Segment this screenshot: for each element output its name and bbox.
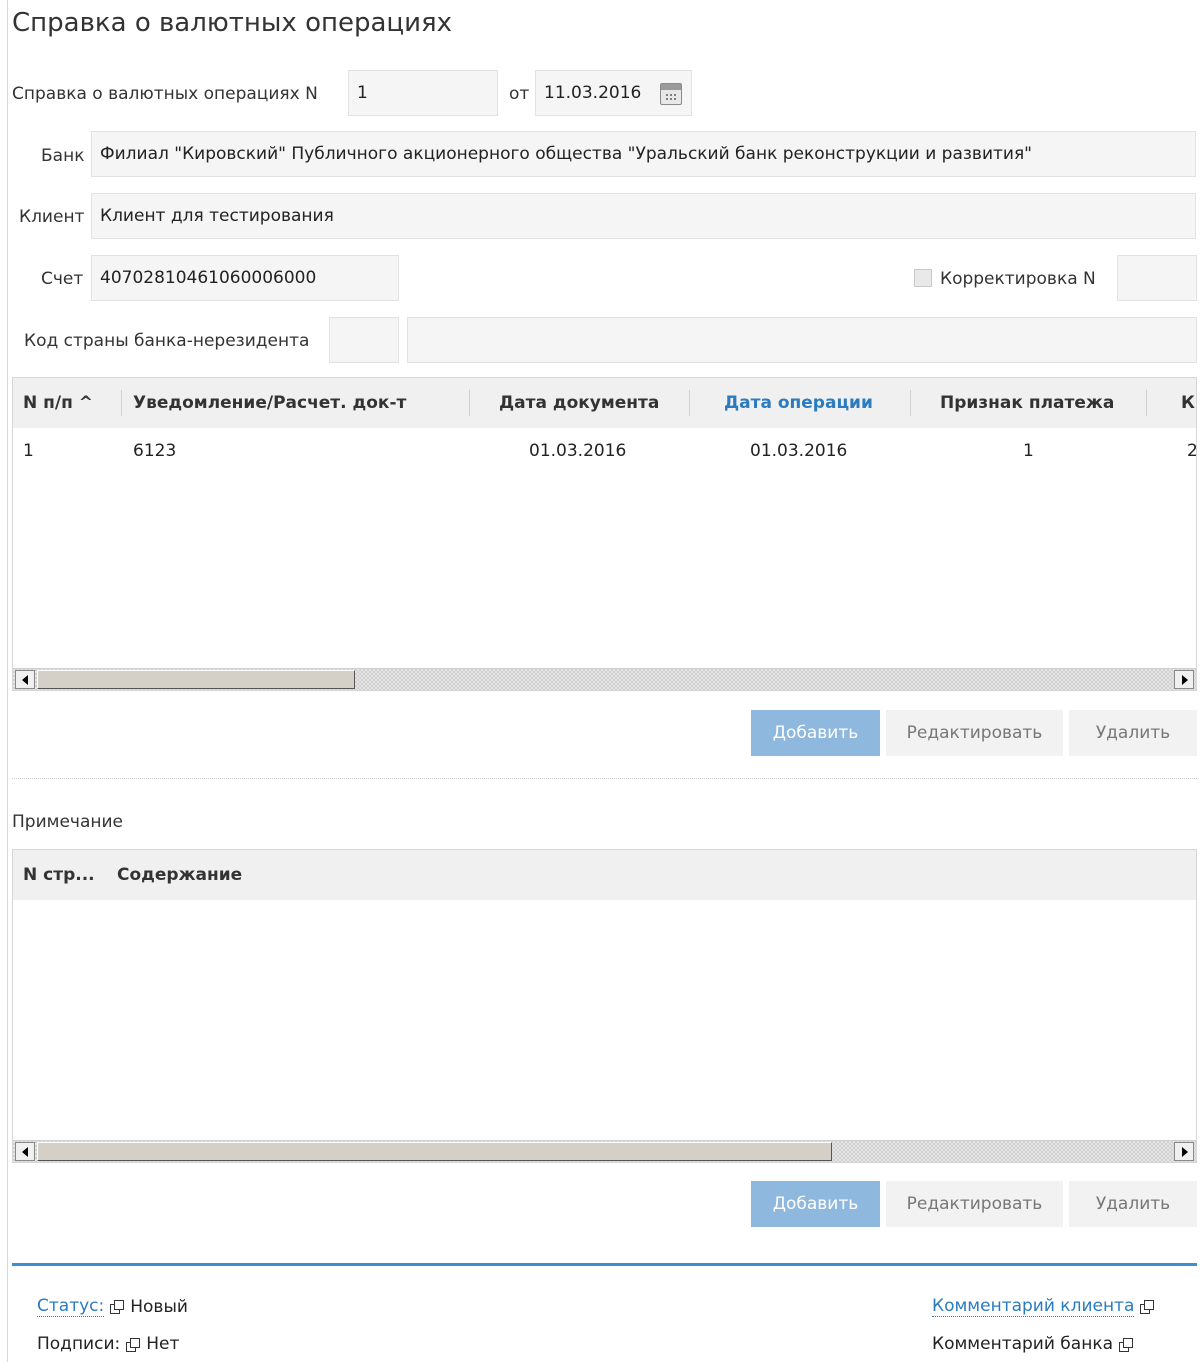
notes-table-header: N стр... Содержание (13, 850, 1196, 900)
operations-horizontal-scrollbar[interactable] (13, 668, 1196, 690)
notes-table: N стр... Содержание (12, 849, 1197, 1163)
add-note-button[interactable]: Добавить (751, 1181, 880, 1227)
row-document-date: 01.03.2016 (529, 441, 627, 461)
date-value: 11.03.2016 (544, 83, 642, 103)
delete-note-button[interactable]: Удалить (1069, 1181, 1197, 1227)
scrollbar-thumb[interactable] (37, 670, 355, 689)
column-header-payment-sign[interactable]: Признак платежа (940, 378, 1114, 428)
external-window-icon[interactable] (1140, 1300, 1155, 1314)
notes-label: Примечание (12, 812, 123, 832)
country-name-field[interactable] (407, 317, 1197, 363)
bank-field[interactable]: Филиал "Кировский" Публичного акционерно… (91, 131, 1196, 177)
section-divider (12, 778, 1197, 779)
delete-operation-button[interactable]: Удалить (1069, 710, 1197, 756)
add-operation-button[interactable]: Добавить (751, 710, 880, 756)
column-header-line-number[interactable]: N стр... (23, 850, 95, 900)
external-window-icon[interactable] (126, 1337, 141, 1352)
country-label: Код страны банка-нерезидента (24, 331, 310, 351)
operations-table-header: N п/п ^ Уведомление/Расчет. док-т Дата д… (13, 378, 1196, 428)
scroll-right-arrow-icon[interactable] (1174, 1142, 1194, 1161)
edit-operation-button[interactable]: Редактировать (886, 710, 1063, 756)
bank-label: Банк (41, 146, 85, 166)
account-label: Счет (41, 269, 84, 289)
country-code-input[interactable] (329, 317, 399, 363)
bank-comment-row: Комментарий банка (932, 1334, 1139, 1354)
page-title: Справка о валютных операциях (12, 8, 453, 38)
date-label: от (509, 84, 530, 104)
footer-divider (12, 1263, 1197, 1266)
scrollbar-thumb[interactable] (37, 1142, 832, 1161)
column-header-number[interactable]: N п/п ^ (23, 378, 93, 428)
client-field[interactable]: Клиент для тестирования (91, 193, 1196, 239)
correction-number-input[interactable] (1117, 255, 1197, 301)
status-row: Статус: Новый (37, 1296, 188, 1317)
number-label: Справка о валютных операциях N (12, 84, 318, 104)
column-header-content[interactable]: Содержание (117, 850, 242, 900)
scroll-left-arrow-icon[interactable] (15, 670, 35, 689)
column-header-truncated[interactable]: К (1181, 378, 1195, 428)
row-truncated-value: 2 (1187, 441, 1197, 461)
row-operation-date: 01.03.2016 (750, 441, 848, 461)
column-header-document-date[interactable]: Дата документа (499, 378, 659, 428)
notes-horizontal-scrollbar[interactable] (13, 1140, 1196, 1162)
signatures-label: Подписи: (37, 1334, 121, 1354)
client-comment-row: Комментарий клиента (932, 1296, 1160, 1317)
scroll-left-arrow-icon[interactable] (15, 1142, 35, 1161)
calendar-icon[interactable] (660, 83, 682, 105)
signatures-row: Подписи: Нет (37, 1334, 179, 1354)
bank-comment-label: Комментарий банка (932, 1334, 1114, 1354)
operations-table: N п/п ^ Уведомление/Расчет. док-т Дата д… (12, 377, 1197, 691)
external-window-icon[interactable] (110, 1300, 125, 1314)
scroll-right-arrow-icon[interactable] (1174, 670, 1194, 689)
column-header-operation-date[interactable]: Дата операции (724, 378, 873, 428)
row-number: 1 (23, 441, 34, 461)
status-value: Новый (130, 1296, 188, 1317)
number-input[interactable]: 1 (348, 70, 498, 116)
edit-note-button[interactable]: Редактировать (886, 1181, 1063, 1227)
client-label: Клиент (19, 207, 85, 227)
correction-checkbox[interactable] (914, 269, 932, 287)
signatures-value: Нет (146, 1334, 180, 1354)
row-document: 6123 (133, 441, 177, 461)
column-header-document[interactable]: Уведомление/Расчет. док-т (133, 378, 406, 428)
external-window-icon[interactable] (1119, 1337, 1134, 1352)
row-payment-sign: 1 (1023, 441, 1034, 461)
correction-label: Корректировка N (940, 269, 1096, 289)
status-link[interactable]: Статус: (37, 1296, 105, 1317)
account-field[interactable]: 40702810461060006000 (91, 255, 399, 301)
client-comment-link[interactable]: Комментарий клиента (932, 1296, 1135, 1317)
